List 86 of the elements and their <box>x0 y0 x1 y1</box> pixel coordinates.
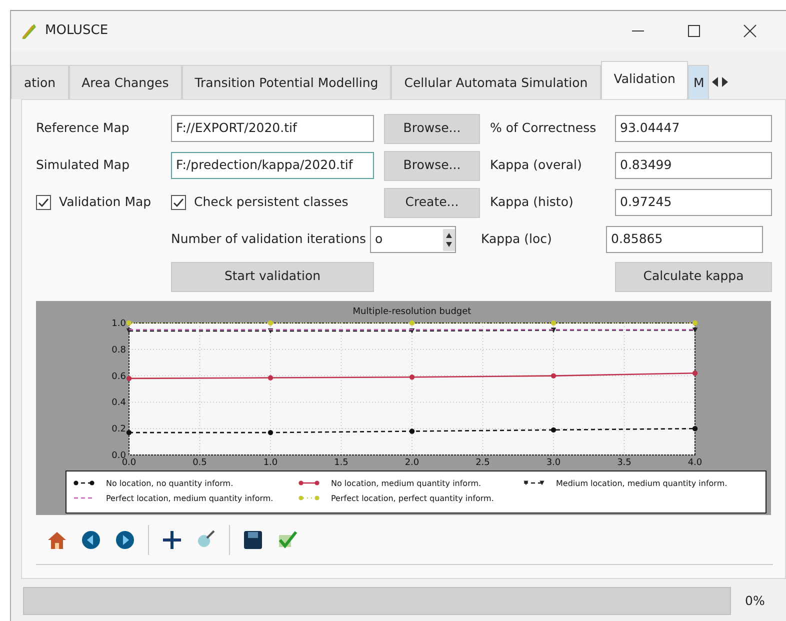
x-tick-label: 0.0 <box>122 458 136 468</box>
data-point <box>268 375 274 380</box>
spin-arrows-icon[interactable] <box>443 228 456 250</box>
path-field[interactable]: F://EXPORT/2020.tif <box>171 115 374 142</box>
data-point <box>550 320 556 326</box>
calculate-kappa-button[interactable]: Calculate kappa <box>615 262 772 292</box>
chart-title: Multiple-resolution budget <box>352 307 472 317</box>
data-point <box>692 328 698 333</box>
legend-label: No location, medium quantity inform. <box>331 479 482 488</box>
data-point <box>550 373 556 378</box>
tab[interactable]: M <box>688 65 710 99</box>
result-field[interactable]: 0.97245 <box>615 189 772 216</box>
save-icon[interactable] <box>242 528 264 550</box>
y-tick-label: 0.4 <box>112 398 126 408</box>
checkbox-label: Check persistent classes <box>194 193 348 212</box>
tab[interactable]: Transition Potential Modelling <box>182 65 392 99</box>
tab[interactable]: Validation <box>600 61 688 99</box>
y-tick-label: 0.6 <box>112 372 126 382</box>
create-button[interactable]: Create... <box>384 188 480 218</box>
tab[interactable]: ation <box>11 65 69 99</box>
field-label: Kappa (overal) <box>490 156 582 174</box>
data-point <box>126 430 132 436</box>
field-label: Kappa (loc) <box>481 230 552 248</box>
browse-button[interactable]: Browse... <box>384 150 480 180</box>
data-point <box>692 320 698 326</box>
tab-scroll-arrows-icon[interactable] <box>711 76 730 88</box>
progress-reading: 0% <box>745 592 765 610</box>
legend-label: No location, no quantity inform. <box>106 479 234 488</box>
spin-value: o <box>375 230 384 248</box>
data-point <box>692 426 698 432</box>
window-title: MOLUSCE <box>45 22 108 40</box>
data-point <box>409 374 415 380</box>
legend-label: Medium location, medium quantity inform. <box>556 479 728 488</box>
data-point <box>126 328 132 334</box>
result-field[interactable]: 93.04447 <box>615 115 772 142</box>
field-label: Kappa (histo) <box>490 193 574 212</box>
field-label: Number of validation iterations <box>171 230 366 248</box>
checkbox[interactable] <box>36 195 51 210</box>
back-icon[interactable] <box>80 528 102 550</box>
data-point <box>126 320 132 326</box>
data-point <box>409 328 415 334</box>
checkbox-label: Validation Map <box>59 193 152 212</box>
x-tick-label: 0.5 <box>192 458 207 468</box>
legend-marker-icon <box>298 496 320 500</box>
data-point <box>268 320 274 326</box>
field-label: Simulated Map <box>36 156 130 174</box>
data-point <box>126 376 132 382</box>
x-tick-label: 3.0 <box>546 458 561 468</box>
start-validation-button[interactable]: Start validation <box>171 262 374 292</box>
x-tick-label: 4.0 <box>688 458 702 468</box>
legend-marker-icon <box>74 497 94 499</box>
x-tick-label: 2.0 <box>404 458 420 468</box>
field-label: % of Correctness <box>490 119 596 138</box>
legend-label: Perfect location, medium quantity inform. <box>106 494 274 503</box>
data-point <box>268 328 274 334</box>
checkbox[interactable] <box>171 195 186 210</box>
close-icon[interactable] <box>743 24 757 38</box>
data-point <box>550 328 556 333</box>
check-icon[interactable] <box>276 528 298 550</box>
x-tick-label: 3.5 <box>617 458 632 468</box>
path-field[interactable]: F:/predection/kappa/2020.tif <box>171 152 374 179</box>
legend-marker-icon <box>524 480 544 486</box>
pan-icon[interactable] <box>161 528 183 550</box>
data-point <box>692 370 698 376</box>
browse-button[interactable]: Browse... <box>384 114 480 144</box>
forward-icon[interactable] <box>114 528 136 550</box>
tab[interactable]: Area Changes <box>68 65 182 99</box>
field-label: Reference Map <box>36 119 130 138</box>
y-tick-label: 0.2 <box>112 424 126 435</box>
data-point <box>268 430 274 436</box>
y-tick-label: 0.8 <box>112 345 126 356</box>
legend-marker-icon <box>74 480 94 486</box>
result-field[interactable]: 0.83499 <box>615 152 772 179</box>
legend-marker-icon <box>298 480 320 486</box>
x-tick-label: 2.5 <box>476 458 490 468</box>
spin-field[interactable]: o <box>370 226 456 253</box>
result-field[interactable]: 0.85865 <box>606 226 763 253</box>
tab[interactable]: Cellular Automata Simulation <box>391 65 601 99</box>
x-tick-label: 1.5 <box>334 458 348 468</box>
y-tick-label: 1.0 <box>112 319 126 329</box>
data-point <box>550 427 556 433</box>
legend-label: Perfect location, perfect quantity inform. <box>331 494 494 503</box>
data-point <box>409 320 415 326</box>
x-tick-label: 1.0 <box>263 458 278 468</box>
maximize-icon[interactable] <box>687 24 701 38</box>
data-point <box>409 428 415 434</box>
